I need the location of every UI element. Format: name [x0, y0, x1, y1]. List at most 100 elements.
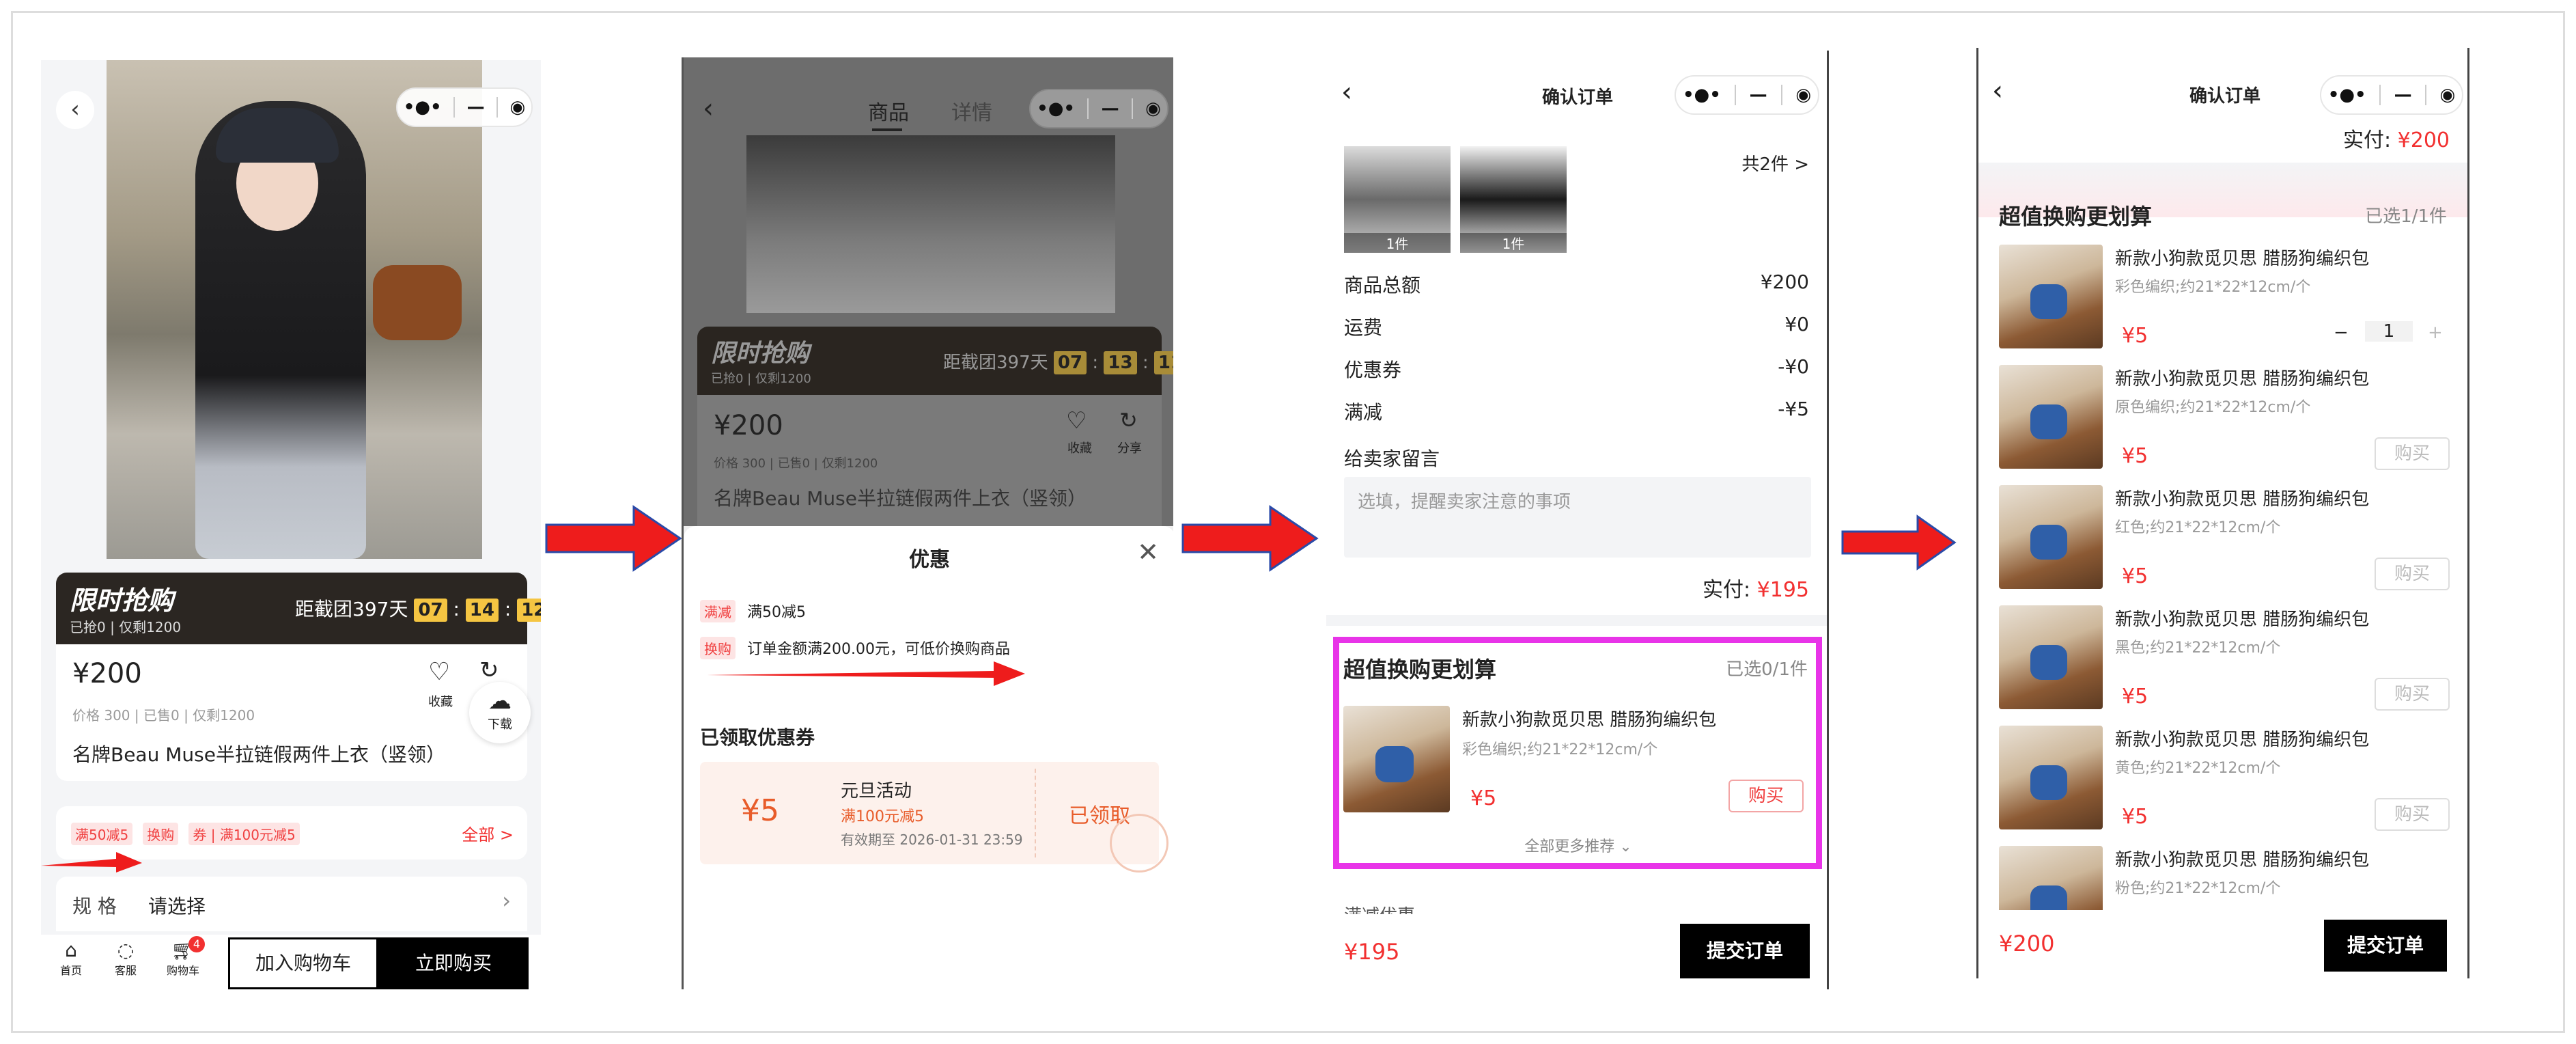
upsell-item: 新款小狗款觅贝思 腊肠狗编织包 黑色;约21*22*12cm/个 ¥5 购买 [1978, 605, 2467, 726]
download-button[interactable]: ☁ 下载 [469, 682, 531, 743]
paid-value: ¥200 [2397, 128, 2450, 152]
heart-icon[interactable]: ♡ [428, 658, 450, 686]
more-icon[interactable]: •●• [2328, 85, 2366, 105]
row-label: 商品总额 [1344, 274, 1421, 297]
more-icon[interactable]: •●• [1683, 85, 1721, 105]
minus-icon[interactable]: − [2334, 322, 2349, 343]
fav-label: 收藏 [1067, 441, 1092, 456]
footer-price: ¥195 [1344, 939, 1400, 965]
more-icon[interactable]: •●• [404, 97, 442, 118]
share-icon[interactable]: ↻ [479, 657, 499, 684]
handbag-photo [373, 265, 462, 340]
mini-program-capsule[interactable]: •●• — ◉ [2320, 75, 2463, 115]
cut-off-row: 满减优惠 [1344, 902, 1415, 914]
coupon-divider [1035, 769, 1036, 857]
bag-spec: 彩色编织;约21*22*12cm/个 [1462, 741, 1658, 758]
add-to-cart-button[interactable]: 加入购物车 [228, 937, 378, 989]
bag-spec: 红色;约21*22*12cm/个 [2115, 519, 2281, 536]
price: ¥200 [714, 410, 783, 441]
mini-program-capsule[interactable]: •●• — ◉ [1029, 89, 1168, 128]
buy-button[interactable]: 购买 [1728, 780, 1804, 812]
share-icon[interactable]: ↻ [1119, 407, 1138, 433]
promo-line-2: 换购 订单金额满200.00元，可低价换购商品 [700, 637, 1010, 659]
close-target-icon[interactable]: ◉ [510, 97, 526, 118]
quantity-stepper[interactable]: − 1 + [2334, 321, 2450, 348]
price-detail: 价格 300 | 已售0 | 仅剩1200 [72, 707, 255, 724]
chevron-down-icon: ⌄ [1614, 838, 1632, 855]
bag-price: ¥5 [2122, 564, 2148, 588]
home-nav[interactable]: ⌂ 首页 [51, 939, 92, 978]
bag-name: 新款小狗款觅贝思 腊肠狗编织包 [2115, 850, 2370, 870]
bag-thumbnail [1999, 605, 2103, 709]
row-value: ¥0 [1784, 313, 1809, 335]
home-icon: ⌂ [65, 939, 77, 961]
buy-button[interactable]: 购买 [2375, 558, 2450, 590]
spec-row[interactable]: 规 格 请选择 › [56, 877, 527, 931]
close-target-icon[interactable]: ◉ [1795, 85, 1811, 105]
product-thumb[interactable]: 1件 [1460, 146, 1567, 253]
spec-value: 请选择 [148, 895, 206, 918]
product-photo [107, 60, 482, 559]
coupon-amount: ¥5 [741, 793, 779, 828]
product-thumb[interactable]: 1件 [1344, 146, 1451, 253]
close-icon[interactable]: ✕ [1137, 537, 1159, 567]
screen-product: ‹ •●• — ◉ 限时抢购 已抢0 | 仅剩1200 距截团397天 07 :… [41, 60, 541, 989]
price-card: ¥200 价格 300 | 已售0 | 仅剩1200 ♡ 收藏 ↻ 分享 名牌B… [697, 395, 1162, 526]
quantity-value[interactable]: 1 [2365, 321, 2413, 342]
mini-program-capsule[interactable]: •●• — ◉ [396, 87, 533, 127]
plus-icon[interactable]: + [2428, 322, 2443, 343]
cart-nav[interactable]: 🛒︎ 购物车 4 [161, 936, 205, 978]
bag-name: 新款小狗款觅贝思 腊肠狗编织包 [2115, 730, 2370, 750]
price-card: ¥200 价格 300 | 已售0 | 仅剩1200 ♡ 收藏 ↻ ☁ 下载 名… [56, 644, 531, 781]
buy-button[interactable]: 购买 [2375, 678, 2450, 711]
bag-spec: 黄色;约21*22*12cm/个 [2115, 760, 2281, 777]
share-label: 分享 [1117, 441, 1142, 456]
minimize-icon[interactable]: — [2394, 85, 2412, 105]
bag-name: 新款小狗款觅贝思 腊肠狗编织包 [2115, 609, 2370, 630]
more-icon[interactable]: •●• [1037, 98, 1075, 119]
message-field[interactable]: 选填，提醒卖家注意的事项 [1344, 477, 1811, 558]
tab-goods[interactable]: 商品 [868, 96, 909, 126]
service-nav[interactable]: ◌ 客服 [105, 939, 146, 978]
total-items-link[interactable]: 共2件 > [1741, 150, 1809, 176]
received-stamp-icon [1110, 814, 1168, 873]
submit-order-button[interactable]: 提交订单 [1680, 924, 1810, 978]
countdown-label: 距截团397天 [295, 598, 408, 620]
promo-line-1: 满减 满50减5 [700, 600, 806, 622]
download-label: 下载 [488, 717, 512, 732]
submit-order-button[interactable]: 提交订单 [2324, 920, 2447, 972]
product-title: 名牌Beau Muse半拉链假两件上衣（竖领） [714, 487, 1087, 510]
paid-label: 实付: [1702, 578, 1757, 602]
coupon-card: ¥5 元旦活动 满100元减5 有效期至 2026-01-31 23:59 已领… [700, 762, 1168, 873]
product-photo [746, 135, 1115, 313]
promo-text: 订单金额满200.00元，可低价换购商品 [747, 641, 1010, 658]
buy-button[interactable]: 购买 [2375, 437, 2450, 470]
buy-button[interactable]: 购买 [2375, 798, 2450, 831]
footer-price: ¥200 [1999, 931, 2055, 957]
close-target-icon[interactable]: ◉ [2440, 85, 2456, 105]
buy-now-button[interactable]: 立即购买 [378, 937, 529, 989]
mini-program-capsule[interactable]: •●• — ◉ [1675, 75, 1819, 115]
close-target-icon[interactable]: ◉ [1145, 98, 1161, 119]
bag-name: 新款小狗款觅贝思 腊肠狗编织包 [2115, 369, 2370, 389]
minimize-icon[interactable]: — [467, 97, 485, 118]
spec-label: 规 格 [72, 895, 117, 918]
tab-detail[interactable]: 详情 [951, 96, 992, 126]
promo-all-link[interactable]: 全部 > [462, 821, 514, 845]
countdown-minutes: 13 [1104, 351, 1137, 374]
more-recommend-link[interactable]: 全部更多推荐 ⌄ [1339, 834, 1817, 856]
back-icon[interactable]: ‹ [703, 93, 714, 124]
row-label: 满减 [1344, 401, 1383, 424]
heart-icon[interactable]: ♡ [1066, 407, 1087, 435]
minimize-icon[interactable]: — [1102, 98, 1119, 119]
sheet-title: 优惠 [909, 548, 950, 572]
row-value: ¥200 [1760, 271, 1809, 293]
message-label: 给卖家留言 [1344, 448, 1440, 470]
paid-value: ¥195 [1756, 578, 1809, 602]
upsell-section: 超值换购更划算 已选0/1件 新款小狗款觅贝思 腊肠狗编织包 彩色编织;约21*… [1333, 637, 1822, 869]
minimize-icon[interactable]: — [1750, 85, 1767, 105]
bag-thumbnail [1999, 365, 2103, 469]
chat-icon: ◌ [117, 939, 135, 961]
bag-thumbnail [1343, 706, 1450, 812]
back-icon[interactable]: ‹ [56, 91, 94, 129]
